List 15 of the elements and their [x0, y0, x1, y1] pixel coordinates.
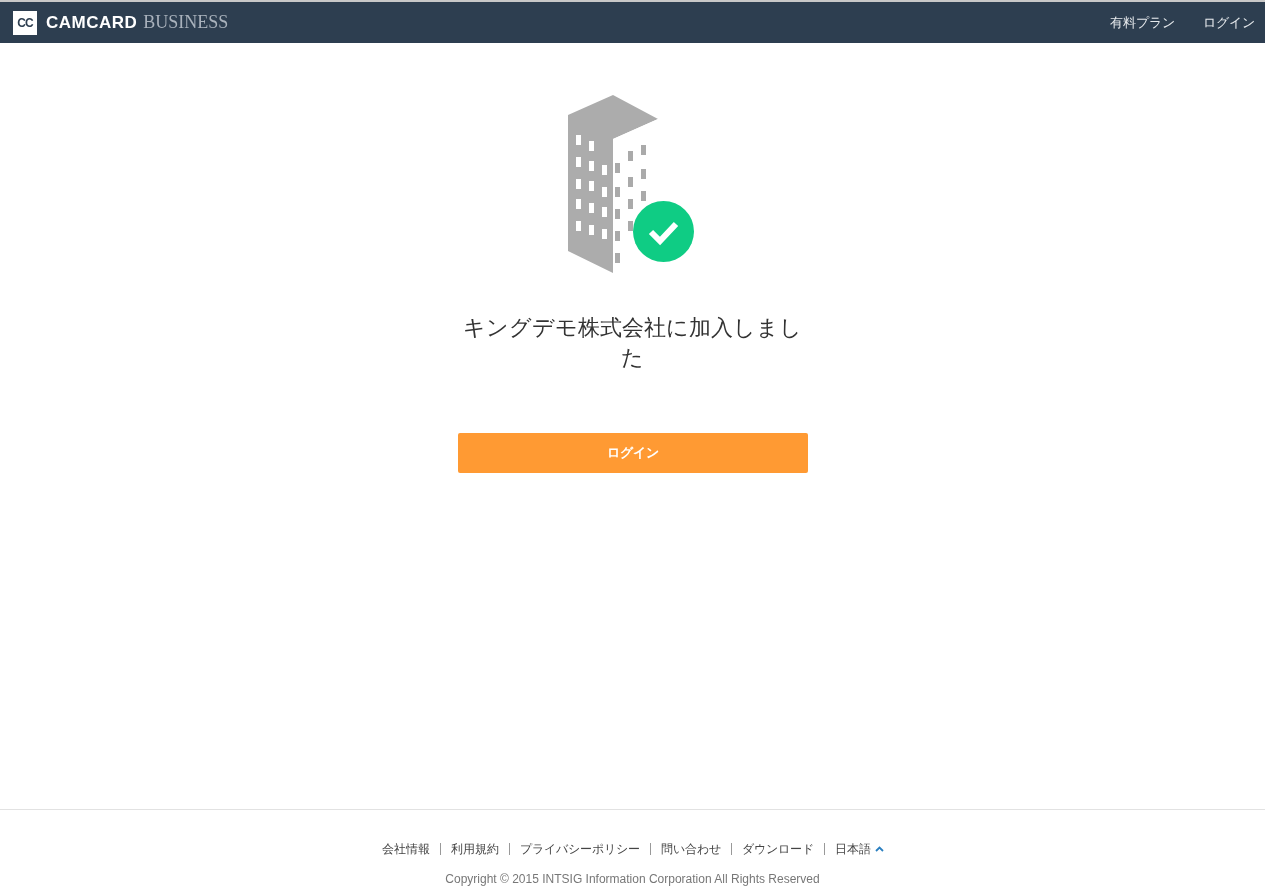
footer-link[interactable]: 問い合わせ [649, 843, 731, 855]
brand-name: CAMCARD [46, 12, 138, 33]
footer-link[interactable]: 会社情報 [371, 843, 440, 855]
copyright-text: Copyright © 2015 INTSIG Information Corporation All Rights Reserved [445, 872, 820, 886]
language-selector[interactable]: 日本語 [834, 843, 871, 855]
footer-link[interactable]: 利用規約 [439, 843, 509, 855]
footer-link[interactable]: ダウンロード [730, 843, 824, 855]
brand-suffix: BUSINESS [143, 12, 229, 33]
nav-link[interactable]: ログイン [1203, 13, 1255, 32]
nav-link[interactable]: 有料プラン [1110, 13, 1175, 32]
caret-icon [874, 846, 884, 852]
check-icon [632, 201, 694, 262]
success-message: キングデモ株式会社に加入しました [462, 314, 803, 372]
logo-mark: CC [13, 10, 37, 35]
footer-link[interactable]: プライバシーポリシー [508, 843, 650, 855]
